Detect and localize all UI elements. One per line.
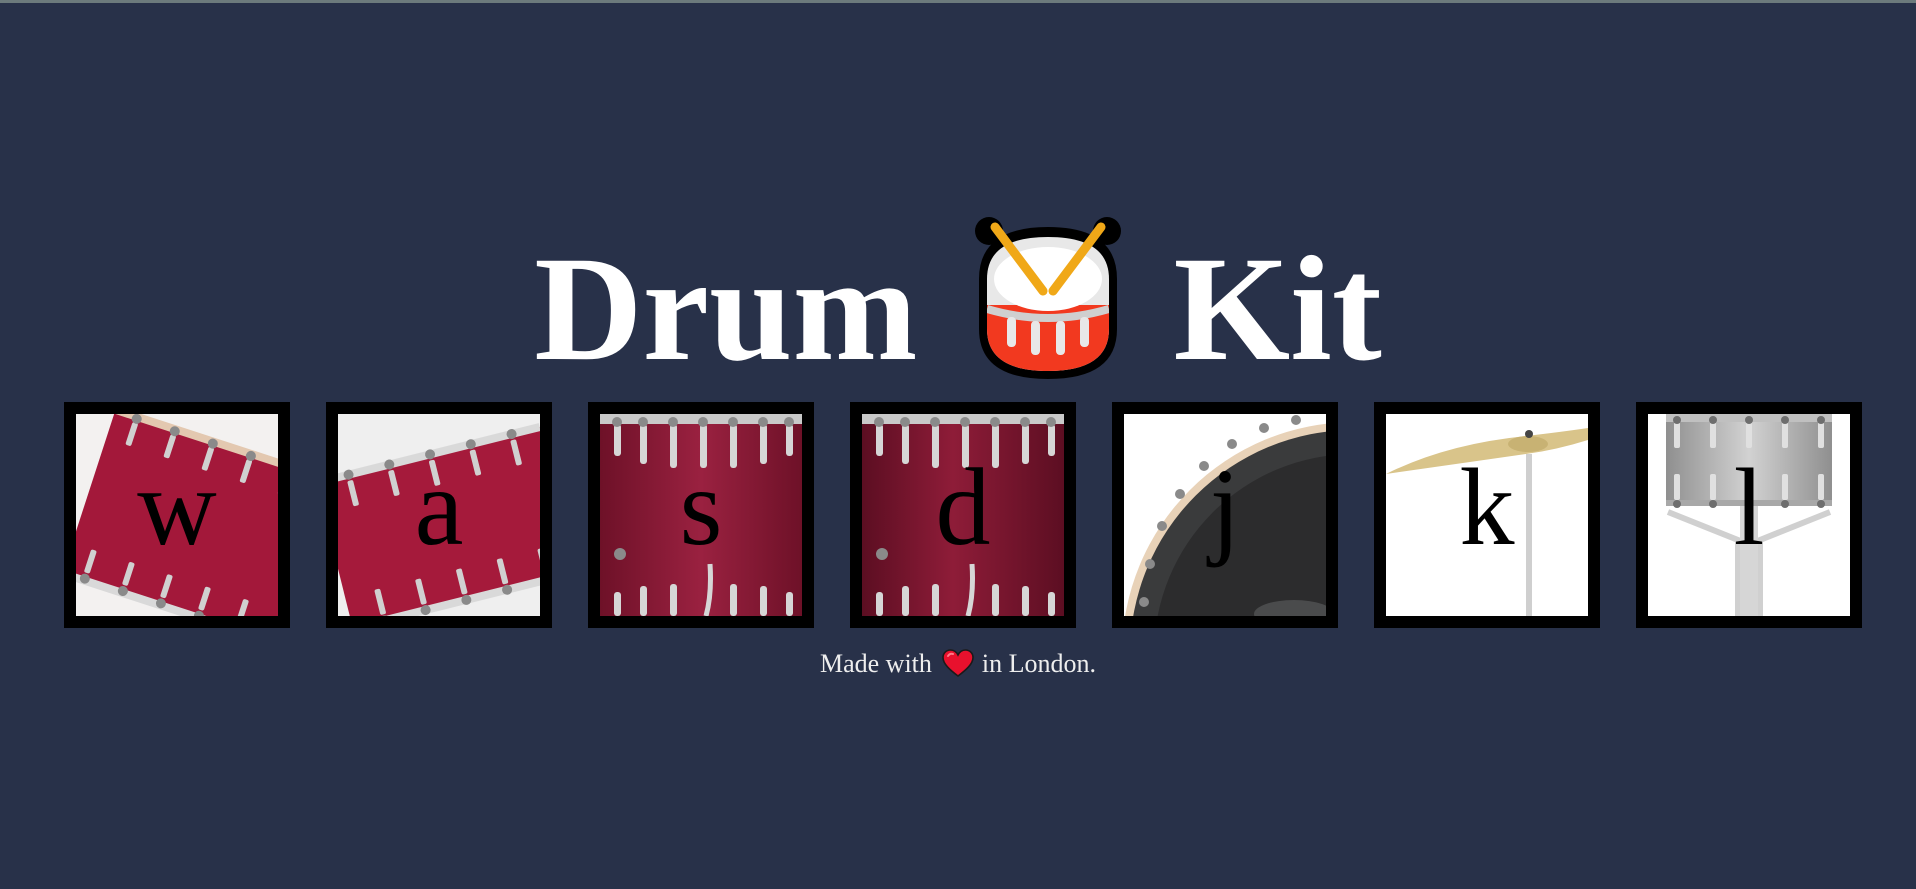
drum-button-j[interactable]: j [1112,402,1338,628]
drum-button-d[interactable]: d [850,402,1076,628]
footer: Made with in London. [0,646,1916,682]
drum-key-label: s [679,446,723,568]
drum-button-a[interactable]: a [326,402,552,628]
drum-button-k[interactable]: k [1374,402,1600,628]
drum-key-label: w [137,446,217,568]
drum-emoji-icon [973,209,1123,379]
drum-key-label: l [1733,446,1765,568]
drum-set: w a s d j k l [64,402,1862,628]
top-border-line [0,0,1916,3]
drum-button-s[interactable]: s [588,402,814,628]
heart-icon [942,649,974,677]
drum-key-label: d [935,446,991,568]
drum-key-label: j [1209,446,1241,568]
drum-key-label: k [1459,446,1515,568]
drum-button-l[interactable]: l [1636,402,1862,628]
drum-button-w[interactable]: w [64,402,290,628]
page-title: Drum Kit [0,209,1916,404]
title-word-kit: Kit [1173,225,1382,392]
drum-key-label: a [414,446,464,568]
footer-text-made-with: Made with [819,649,932,678]
title-word-drum: Drum [534,225,918,392]
footer-text-location: in London. [981,649,1097,678]
